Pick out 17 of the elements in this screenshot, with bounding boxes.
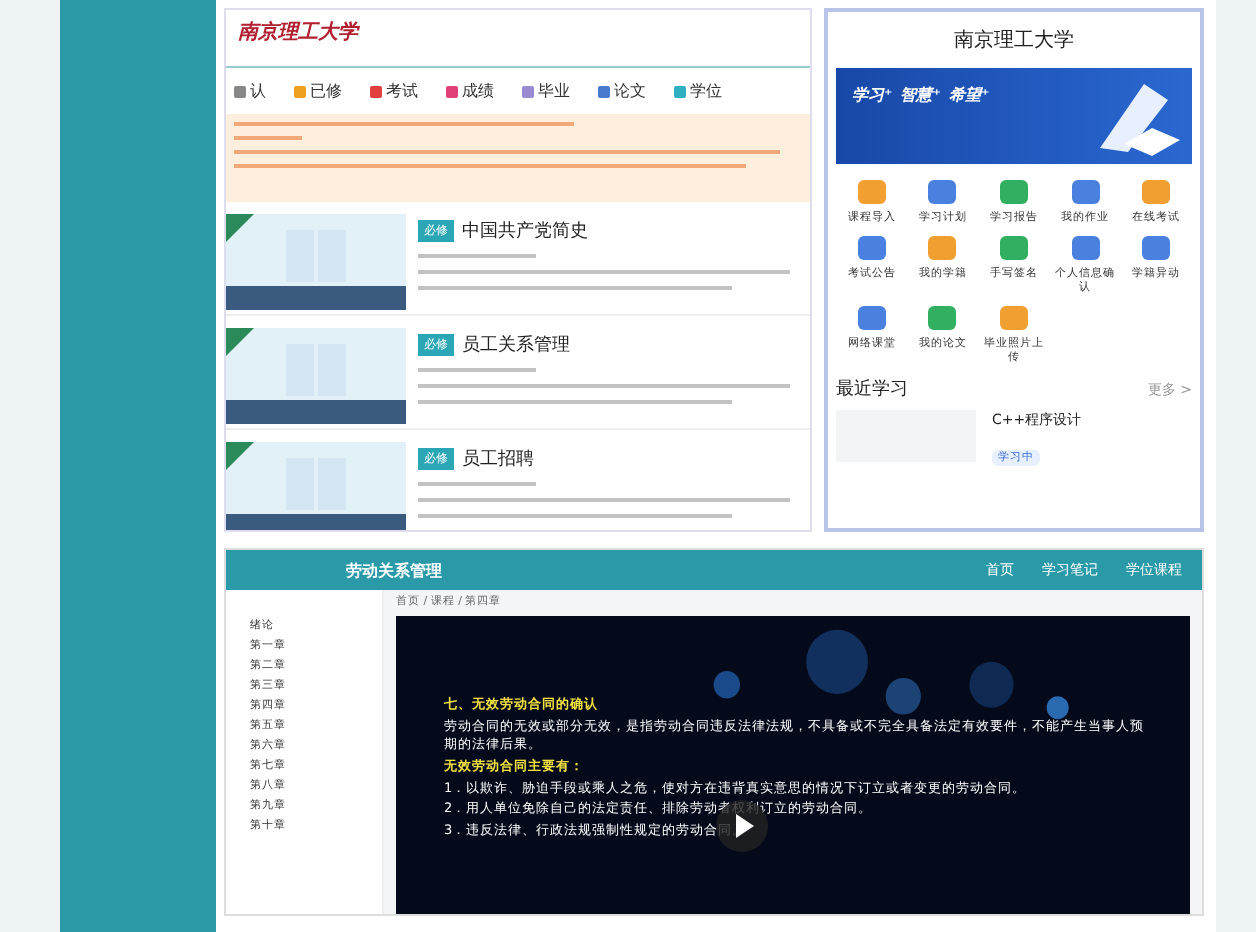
nav-item[interactable]: 认 bbox=[234, 80, 266, 102]
app-title: 南京理工大学 bbox=[952, 27, 1076, 56]
course-title: 员工招聘 bbox=[462, 447, 534, 472]
course-name: 劳动关系管理 bbox=[346, 559, 442, 581]
banner-slogan: 智慧⁺ bbox=[900, 84, 941, 106]
course-title: 员工关系管理 bbox=[462, 333, 570, 358]
banner-slogan: 学习⁺ bbox=[852, 84, 893, 106]
nav-item[interactable]: 学位 bbox=[674, 80, 722, 102]
nav-item[interactable]: 毕业 bbox=[522, 80, 570, 102]
university-logo: 南京理工大学 bbox=[226, 10, 810, 68]
section-title: 最近学习 bbox=[836, 377, 908, 402]
nav-item[interactable]: 已修 bbox=[294, 80, 342, 102]
course-title: 中国共产党简史 bbox=[462, 219, 588, 244]
nav-item[interactable]: 论文 bbox=[598, 80, 646, 102]
nav-item[interactable]: 考试 bbox=[370, 80, 418, 102]
nav-item[interactable]: 成绩 bbox=[446, 80, 494, 102]
banner-slogan: 希望⁺ bbox=[948, 84, 990, 106]
